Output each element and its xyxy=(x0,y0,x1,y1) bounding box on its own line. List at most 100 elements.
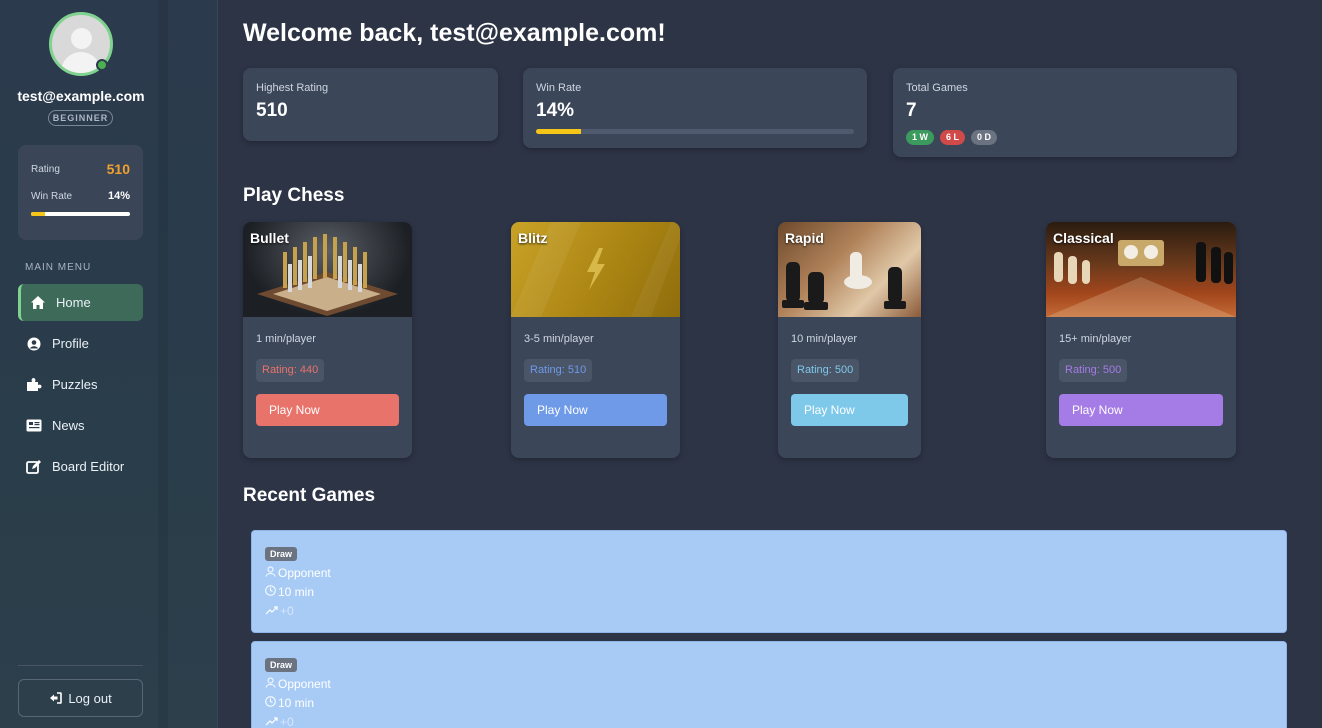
clock-icon xyxy=(265,696,276,710)
time-control: 10 min xyxy=(278,696,315,710)
play-now-blitz-button[interactable]: Play Now xyxy=(524,394,667,426)
rapid-thumbnail: Rapid xyxy=(778,222,921,317)
menu-item-label: News xyxy=(52,418,85,433)
sidebar-stats-card: Rating 510 Win Rate 14% xyxy=(18,145,143,240)
rating-change-row: +0 xyxy=(265,715,294,728)
menu-item-label: Profile xyxy=(52,336,89,351)
rating-row: Rating 510 xyxy=(31,161,130,177)
opponent-row: Opponent xyxy=(265,566,331,580)
level-badge: BEGINNER xyxy=(48,110,113,126)
rating-change: +0 xyxy=(280,604,294,618)
win-rate-label: Win Rate xyxy=(536,82,582,94)
trend-up-icon xyxy=(265,715,278,728)
menu-item-profile[interactable]: Profile xyxy=(18,325,143,362)
win-rate-row: Win Rate 14% xyxy=(31,190,130,202)
menu-item-home[interactable]: Home xyxy=(18,284,143,321)
rating-value: 510 xyxy=(106,161,130,177)
user-email: test@example.com xyxy=(17,88,145,104)
game-mode-rating: Rating: 440 xyxy=(256,359,325,382)
menu-item-puzzles[interactable]: Puzzles xyxy=(18,366,143,403)
avatar-head xyxy=(71,28,92,49)
highest-rating-value: 510 xyxy=(256,100,288,121)
online-status-dot xyxy=(96,59,108,71)
win-rate-card: Win Rate 14% xyxy=(523,68,867,148)
game-mode-card-bullet: Bullet 1 min/player Rating: 440 Play Now xyxy=(243,222,412,458)
rating-label: Rating xyxy=(31,163,60,175)
game-mode-card-blitz: Blitz 3-5 min/player Rating: 510 Play No… xyxy=(511,222,680,458)
avatar-body xyxy=(61,52,101,73)
play-now-rapid-button[interactable]: Play Now xyxy=(791,394,908,426)
menu-item-label: Board Editor xyxy=(52,459,125,474)
clock-icon xyxy=(265,585,276,599)
bullet-thumbnail: Bullet xyxy=(243,222,412,317)
main-menu: Home Profile Puzzles News Board Editor xyxy=(18,284,143,489)
result-badge: Draw xyxy=(265,658,298,672)
game-mode-rating: Rating: 500 xyxy=(791,359,860,382)
menu-item-news[interactable]: News xyxy=(18,407,143,444)
opponent-name: Opponent xyxy=(278,677,331,691)
sidebar-divider xyxy=(18,665,143,666)
menu-item-label: Home xyxy=(56,295,91,310)
wld-pills: 1 W 6 L 0 D xyxy=(906,130,998,145)
menu-item-board-editor[interactable]: Board Editor xyxy=(18,448,143,485)
game-mode-card-rapid: Rapid 10 min/player Rating: 500 Play Now xyxy=(778,222,921,458)
win-rate-value: 14% xyxy=(107,190,130,202)
recent-game-item[interactable]: Draw Opponent 10 min +0 xyxy=(251,530,1287,633)
opponent-row: Opponent xyxy=(265,677,331,691)
play-now-classical-button[interactable]: Play Now xyxy=(1059,394,1223,426)
logout-button[interactable]: Log out xyxy=(18,679,143,717)
game-mode-title: Rapid xyxy=(785,230,824,246)
result-badge: Draw xyxy=(265,547,298,561)
wins-pill: 1 W xyxy=(906,130,935,145)
main-menu-title: MAIN MENU xyxy=(25,262,92,273)
highest-rating-label: Highest Rating xyxy=(256,82,329,94)
losses-pill: 6 L xyxy=(940,130,966,145)
total-games-value: 7 xyxy=(906,100,917,121)
play-chess-heading: Play Chess xyxy=(243,185,345,206)
trend-up-icon xyxy=(265,604,278,618)
game-mode-rating: Rating: 510 xyxy=(524,359,593,382)
edit-icon xyxy=(25,458,43,476)
game-mode-time: 15+ min/player xyxy=(1059,333,1132,345)
rating-change-row: +0 xyxy=(265,604,294,618)
win-rate-progress xyxy=(31,212,130,216)
user-circle-icon xyxy=(25,335,43,353)
blitz-thumbnail: Blitz xyxy=(511,222,680,317)
opponent-name: Opponent xyxy=(278,566,331,580)
game-mode-time: 10 min/player xyxy=(791,333,858,345)
home-icon xyxy=(29,294,47,312)
recent-games-heading: Recent Games xyxy=(243,485,376,506)
time-control-row: 10 min xyxy=(265,696,314,710)
page-title: Welcome back, test@example.com! xyxy=(243,19,666,47)
time-control-row: 10 min xyxy=(265,585,314,599)
user-icon xyxy=(265,566,276,580)
menu-item-label: Puzzles xyxy=(52,377,98,392)
sidebar: test@example.com BEGINNER Rating 510 Win… xyxy=(0,0,218,728)
game-mode-title: Bullet xyxy=(250,230,289,246)
game-mode-card-classical: Classical 15+ min/player Rating: 500 Pla… xyxy=(1046,222,1236,458)
total-games-label: Total Games xyxy=(906,82,968,94)
game-mode-title: Blitz xyxy=(518,230,548,246)
user-icon xyxy=(265,677,276,691)
draws-pill: 0 D xyxy=(971,130,998,145)
win-rate-progress xyxy=(536,129,854,134)
main-content: Welcome back, test@example.com! Highest … xyxy=(218,0,1322,728)
total-games-card: Total Games 7 1 W 6 L 0 D xyxy=(893,68,1237,157)
logout-label: Log out xyxy=(68,690,112,706)
game-mode-time: 1 min/player xyxy=(256,333,316,345)
rating-change: +0 xyxy=(280,715,294,728)
win-rate-value: 14% xyxy=(536,100,575,121)
win-rate-progress-fill xyxy=(536,129,581,134)
sign-out-icon xyxy=(49,692,63,704)
recent-game-item[interactable]: Draw Opponent 10 min +0 xyxy=(251,641,1287,728)
game-mode-title: Classical xyxy=(1053,230,1114,246)
newspaper-icon xyxy=(25,417,43,435)
game-mode-time: 3-5 min/player xyxy=(524,333,594,345)
time-control: 10 min xyxy=(278,585,315,599)
highest-rating-card: Highest Rating 510 xyxy=(243,68,498,141)
game-mode-rating: Rating: 500 xyxy=(1059,359,1128,382)
win-rate-progress-fill xyxy=(31,212,45,216)
play-now-bullet-button[interactable]: Play Now xyxy=(256,394,399,426)
win-rate-label: Win Rate xyxy=(31,190,73,202)
puzzle-icon xyxy=(25,376,43,394)
